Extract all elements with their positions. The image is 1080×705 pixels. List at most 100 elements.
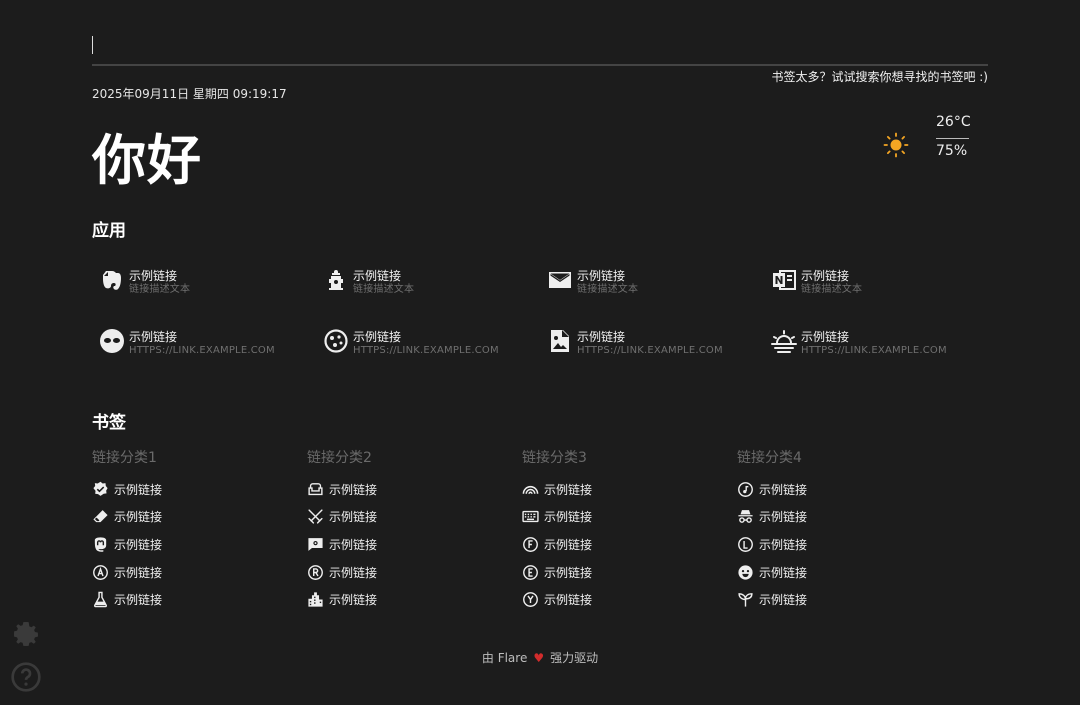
eraser-icon bbox=[92, 508, 109, 525]
bookmark-name: 示例链接 bbox=[759, 592, 808, 607]
sword-cross-icon bbox=[307, 508, 324, 525]
app-desc: HTTPS://LINK.EXAMPLE.COM bbox=[353, 345, 499, 356]
bookmark-name: 示例链接 bbox=[759, 565, 808, 580]
drama-mask-icon bbox=[99, 328, 125, 354]
app-name: 示例链接 bbox=[577, 269, 626, 283]
fire-hydrant-icon bbox=[323, 267, 349, 293]
bookmark-name: 示例链接 bbox=[114, 565, 163, 580]
bookmark-link[interactable]: 示例链接 bbox=[737, 507, 807, 525]
app-link[interactable]: 示例链接 链接描述文本 bbox=[316, 263, 526, 303]
footer-prefix: 由 Flare bbox=[481, 651, 528, 665]
app-name: 示例链接 bbox=[577, 330, 626, 344]
app-link[interactable]: 示例链接 HTTPS://LINK.EXAMPLE.COM bbox=[92, 324, 302, 364]
app-name: 示例链接 bbox=[353, 269, 402, 283]
app-link[interactable]: 示例链接 HTTPS://LINK.EXAMPLE.COM bbox=[764, 324, 974, 364]
alpha-r-circle-icon bbox=[307, 564, 324, 581]
bookmark-category-title: 链接分类4 bbox=[737, 450, 802, 466]
email-icon bbox=[547, 267, 573, 293]
bookmark-link[interactable]: 示例链接 bbox=[307, 480, 377, 498]
bookmark-category-title: 链接分类3 bbox=[522, 450, 587, 466]
app-name: 示例链接 bbox=[129, 330, 178, 344]
footer: 由 Flare ♥ 强力驱动 bbox=[0, 649, 1080, 666]
heart-icon: ♥ bbox=[533, 651, 545, 665]
app-link[interactable]: 示例链接 HTTPS://LINK.EXAMPLE.COM bbox=[316, 324, 526, 364]
bookmark-link[interactable]: 示例链接 bbox=[307, 535, 377, 553]
image-file-icon bbox=[547, 328, 573, 354]
app-link[interactable]: 示例链接 链接描述文本 bbox=[540, 263, 750, 303]
search-input[interactable] bbox=[92, 28, 988, 64]
mastodon-icon bbox=[92, 536, 109, 553]
bookmark-link[interactable]: 示例链接 bbox=[522, 535, 592, 553]
app-link[interactable]: 示例链接 链接描述文本 bbox=[92, 263, 302, 303]
greeting-title: 你好 bbox=[92, 129, 202, 192]
app-desc: HTTPS://LINK.EXAMPLE.COM bbox=[577, 345, 723, 356]
emoticon-icon bbox=[737, 564, 754, 581]
bookmark-category-title: 链接分类2 bbox=[307, 450, 372, 466]
humidity: 75% bbox=[936, 143, 968, 159]
text-cursor bbox=[92, 36, 93, 54]
bookmark-name: 示例链接 bbox=[114, 592, 163, 607]
rainbow-icon bbox=[522, 481, 539, 498]
help-button[interactable] bbox=[10, 661, 42, 697]
bookmark-link[interactable]: 示例链接 bbox=[737, 535, 807, 553]
help-circle-icon bbox=[10, 661, 42, 697]
flask-icon bbox=[92, 591, 109, 608]
bookmark-link[interactable]: 示例链接 bbox=[307, 507, 377, 525]
bookmarks-section-title: 书签 bbox=[92, 413, 126, 433]
bookmark-name: 示例链接 bbox=[759, 509, 808, 524]
onenote-icon bbox=[771, 267, 797, 293]
search-hint: 书签太多？试试搜索你想寻找的书签吧 :) bbox=[771, 70, 988, 84]
app-desc: HTTPS://LINK.EXAMPLE.COM bbox=[801, 345, 947, 356]
music-note-circle-icon bbox=[737, 481, 754, 498]
alpha-e-circle-icon bbox=[522, 564, 539, 581]
bookmark-name: 示例链接 bbox=[329, 537, 378, 552]
weather-widget: 26°C 75% bbox=[883, 112, 993, 162]
bookmark-link[interactable]: 示例链接 bbox=[92, 535, 162, 553]
app-name: 示例链接 bbox=[801, 269, 850, 283]
bookmark-link[interactable]: 示例链接 bbox=[307, 590, 377, 608]
bookmark-link[interactable]: 示例链接 bbox=[737, 480, 807, 498]
alpha-y-circle-icon bbox=[522, 591, 539, 608]
incognito-icon bbox=[737, 508, 754, 525]
keyboard-icon bbox=[522, 508, 539, 525]
app-name: 示例链接 bbox=[129, 269, 178, 283]
bookmark-link[interactable]: 示例链接 bbox=[92, 563, 162, 581]
settings-button[interactable] bbox=[10, 620, 42, 652]
bookmark-name: 示例链接 bbox=[759, 482, 808, 497]
alpha-l-circle-icon bbox=[737, 536, 754, 553]
bookmark-name: 示例链接 bbox=[544, 537, 593, 552]
bookmark-link[interactable]: 示例链接 bbox=[92, 480, 162, 498]
bookmark-link[interactable]: 示例链接 bbox=[307, 563, 377, 581]
sun-icon bbox=[883, 132, 909, 162]
weather-divider bbox=[936, 138, 969, 139]
bookmark-link[interactable]: 示例链接 bbox=[522, 590, 592, 608]
bookmark-name: 示例链接 bbox=[544, 509, 593, 524]
sunset-icon bbox=[771, 328, 797, 354]
sprout-icon bbox=[737, 591, 754, 608]
bookmark-link[interactable]: 示例链接 bbox=[522, 507, 592, 525]
app-link[interactable]: 示例链接 HTTPS://LINK.EXAMPLE.COM bbox=[540, 324, 750, 364]
alpha-a-circle-icon bbox=[92, 564, 109, 581]
bookmark-name: 示例链接 bbox=[114, 537, 163, 552]
bookmark-link[interactable]: 示例链接 bbox=[522, 480, 592, 498]
bookmark-name: 示例链接 bbox=[544, 482, 593, 497]
app-desc: 链接描述文本 bbox=[577, 284, 639, 295]
bookmark-link[interactable]: 示例链接 bbox=[737, 590, 807, 608]
bookmark-link[interactable]: 示例链接 bbox=[92, 590, 162, 608]
bookmark-name: 示例链接 bbox=[114, 482, 163, 497]
bookmark-link[interactable]: 示例链接 bbox=[522, 563, 592, 581]
current-datetime: 2025年09月11日 星期四 09:19:17 bbox=[92, 87, 287, 101]
bookmark-name: 示例链接 bbox=[329, 482, 378, 497]
apps-section-title: 应用 bbox=[92, 221, 126, 241]
app-link[interactable]: 示例链接 链接描述文本 bbox=[764, 263, 974, 303]
bookmark-link[interactable]: 示例链接 bbox=[737, 563, 807, 581]
search-bar[interactable] bbox=[92, 28, 988, 66]
message-gear-icon bbox=[307, 536, 324, 553]
bookmark-link[interactable]: 示例链接 bbox=[92, 507, 162, 525]
bookmark-name: 示例链接 bbox=[329, 509, 378, 524]
app-desc: 链接描述文本 bbox=[353, 284, 415, 295]
bookmark-name: 示例链接 bbox=[329, 565, 378, 580]
bookmark-name: 示例链接 bbox=[544, 592, 593, 607]
bookmark-name: 示例链接 bbox=[329, 592, 378, 607]
check-decagram-icon bbox=[92, 481, 109, 498]
